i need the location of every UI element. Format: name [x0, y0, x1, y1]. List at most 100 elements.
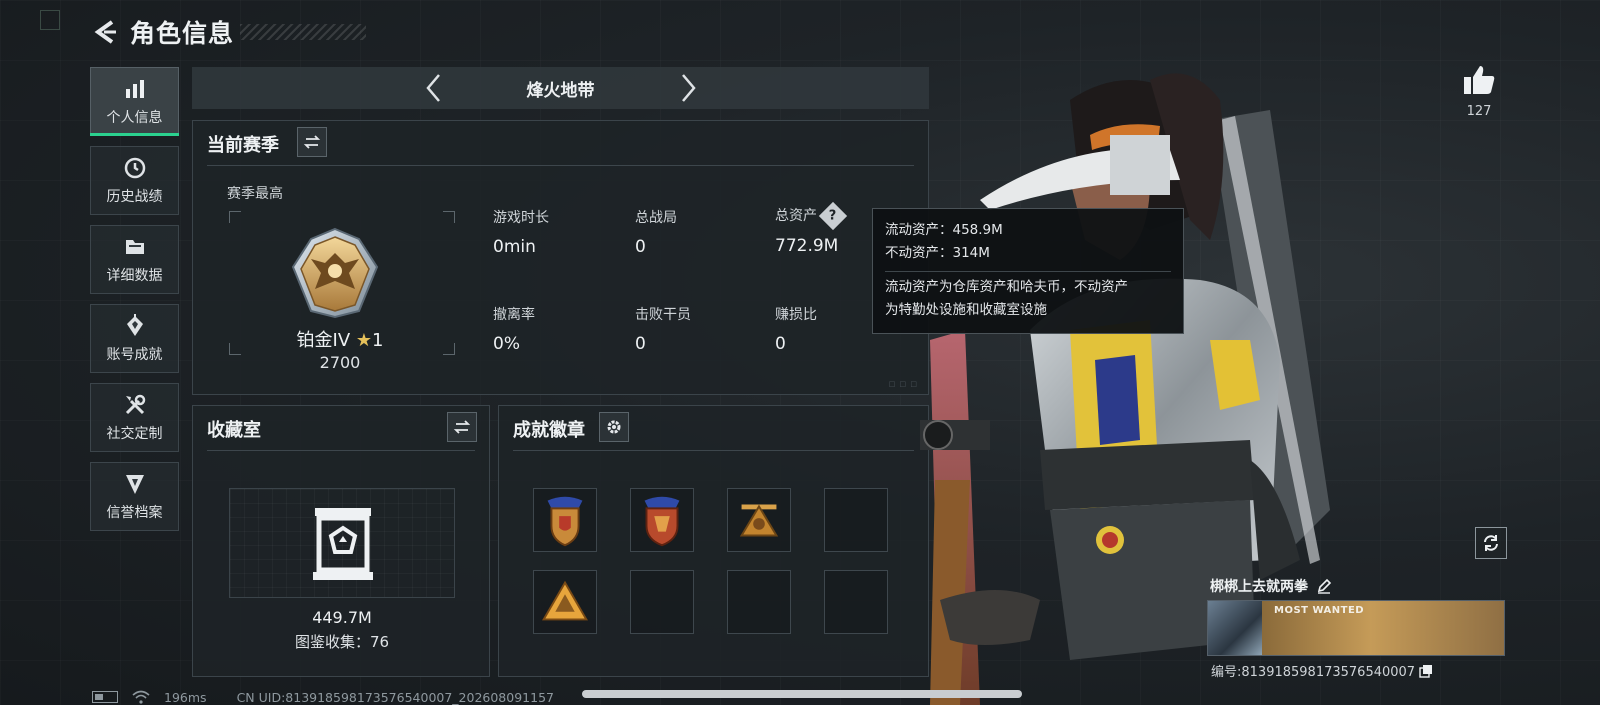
sidebar-item-label: 账号成就 — [106, 346, 163, 363]
rank-star-count: 1 — [372, 330, 384, 351]
achievement-badge-panel: 成就徽章 — [498, 405, 929, 677]
collection-panel: 收藏室 449.7M 图鉴收集：76 — [192, 405, 490, 677]
shield-badge-icon — [644, 496, 680, 547]
badge-slot[interactable] — [533, 570, 597, 634]
wifi-icon — [132, 690, 150, 704]
panel-divider — [207, 450, 475, 451]
panel-divider — [513, 450, 914, 451]
assets-tooltip: 流动资产：458.9M 不动资产：314M 流动资产为仓库资产和哈夫币，不动资产… — [872, 208, 1184, 334]
collection-title: 收藏室 — [207, 420, 261, 441]
rank-score: 2700 — [319, 353, 361, 372]
page-title: 角色信息 — [130, 19, 235, 48]
badge-slot[interactable] — [533, 488, 597, 552]
platinum-rank-emblem-icon — [291, 227, 379, 319]
rank-name: 铂金IV — [296, 330, 351, 351]
help-icon[interactable]: ? — [818, 201, 848, 231]
sidebar-item-social-custom[interactable]: 社交定制 — [90, 383, 179, 452]
cn-uid: CN UID:813918598173576540007_20260809115… — [236, 689, 554, 705]
stat-label: 击败干员 — [635, 307, 691, 323]
sidebar-item-label: 信誉档案 — [106, 504, 163, 521]
refresh-icon — [1484, 535, 1498, 551]
battery-icon — [92, 691, 118, 703]
badge-slot[interactable] — [630, 488, 694, 552]
sidebar-item-achievements[interactable]: 账号成就 — [90, 304, 179, 373]
badge-slot-empty[interactable] — [630, 570, 694, 634]
folder-icon — [125, 239, 144, 254]
home-indicator-bar[interactable] — [582, 690, 1022, 698]
badge-slot[interactable] — [727, 488, 791, 552]
copy-icon[interactable] — [1419, 664, 1433, 678]
achievement-icon — [126, 313, 143, 336]
stat-label: 赚损比 — [775, 307, 817, 323]
tooltip-desc-line: 为特勤处设施和收藏室设施 — [885, 302, 1047, 318]
triangle-badge-icon — [542, 580, 588, 621]
stat-label: 总资产 — [775, 208, 817, 224]
ping-value: 196ms — [164, 689, 207, 705]
star-icon: ★ — [355, 330, 373, 351]
tooltip-liquid-assets: 流动资产：458.9M — [885, 222, 1003, 238]
prev-map-arrow-icon[interactable] — [421, 71, 447, 105]
sidebar-item-label: 历史战绩 — [106, 188, 163, 205]
stat-value: 0 — [775, 334, 786, 354]
stat-value: 772.9M — [775, 236, 839, 256]
name-card-avatar — [1208, 601, 1262, 655]
panel-corner-marks: □ □ □ — [888, 380, 918, 388]
stat-value: 0 — [635, 334, 646, 354]
sidebar-item-history[interactable]: 历史战绩 — [90, 146, 179, 215]
stat-label: 撤离率 — [493, 307, 535, 323]
season-panel: 当前赛季 赛季最高 铂金IV ★1 2700 游戏时长 0min 总战局 0 总… — [192, 120, 929, 395]
tools-icon — [125, 394, 145, 414]
stat-profit-ratio: 赚损比 0 — [775, 304, 817, 354]
player-uid-text: 编号:813918598173576540007 — [1211, 665, 1416, 680]
tooltip-divider — [885, 271, 1171, 272]
badge-slot-empty[interactable] — [727, 570, 791, 634]
stat-value: 0 — [635, 237, 646, 257]
collection-count: 图鉴收集：76 — [294, 633, 390, 651]
swap-icon — [303, 135, 321, 149]
season-best-label: 赛季最高 — [227, 186, 283, 202]
switch-collection-button[interactable] — [447, 412, 477, 442]
sidebar-item-detail-data[interactable]: 详细数据 — [90, 225, 179, 294]
history-icon — [124, 157, 145, 178]
map-name: 烽火地带 — [526, 80, 595, 101]
refresh-button[interactable] — [1475, 527, 1507, 559]
sidebar: 个人信息 历史战绩 详细数据 账号成就 社交定制 信誉档案 — [90, 67, 180, 541]
stat-total-assets: 总资产? 772.9M — [775, 201, 848, 256]
collection-value: 449.7M — [312, 608, 372, 627]
player-name: 梆梆上去就两拳 — [1210, 576, 1332, 596]
title-decoration — [240, 24, 367, 40]
back-arrow-icon[interactable] — [92, 18, 120, 46]
tooltip-desc-line: 流动资产为仓库资产和哈夫币，不动资产 — [885, 279, 1128, 295]
map-selector: 烽火地带 — [192, 67, 929, 109]
sidebar-item-reputation[interactable]: 信誉档案 — [90, 462, 179, 531]
stat-label: 总战局 — [635, 210, 677, 226]
name-card-text: MOST WANTED — [1274, 605, 1365, 616]
stat-label: 游戏时长 — [493, 210, 549, 226]
edit-icon[interactable] — [1316, 578, 1332, 594]
badge-title: 成就徽章 — [513, 420, 585, 441]
stat-value: 0% — [493, 334, 520, 354]
switch-season-button[interactable] — [297, 127, 327, 157]
page-header: 角色信息 — [92, 14, 367, 50]
sidebar-item-personal-info[interactable]: 个人信息 — [90, 67, 179, 136]
reputation-icon — [125, 474, 144, 494]
stat-play-time: 游戏时长 0min — [493, 207, 549, 257]
panel-divider — [207, 165, 914, 166]
name-card[interactable]: MOST WANTED — [1207, 600, 1505, 656]
swap-icon — [453, 420, 471, 434]
bar-chart-icon — [125, 79, 144, 98]
badge-settings-button[interactable] — [599, 412, 629, 442]
triangle-badge-icon — [739, 504, 779, 537]
stat-value: 0min — [493, 237, 536, 257]
stat-total-matches: 总战局 0 — [635, 207, 677, 257]
sidebar-item-label: 个人信息 — [106, 109, 163, 126]
like-count: 127 — [1466, 104, 1492, 119]
display-case-icon — [313, 508, 373, 580]
player-name-text: 梆梆上去就两拳 — [1210, 579, 1308, 595]
stat-operators-defeated: 击败干员 0 — [635, 304, 691, 354]
corner-decoration — [40, 10, 60, 30]
badge-slot-empty[interactable] — [824, 570, 888, 634]
next-map-arrow-icon[interactable] — [675, 71, 701, 105]
thumbs-up-icon[interactable] — [1462, 64, 1496, 96]
badge-slot-empty[interactable] — [824, 488, 888, 552]
